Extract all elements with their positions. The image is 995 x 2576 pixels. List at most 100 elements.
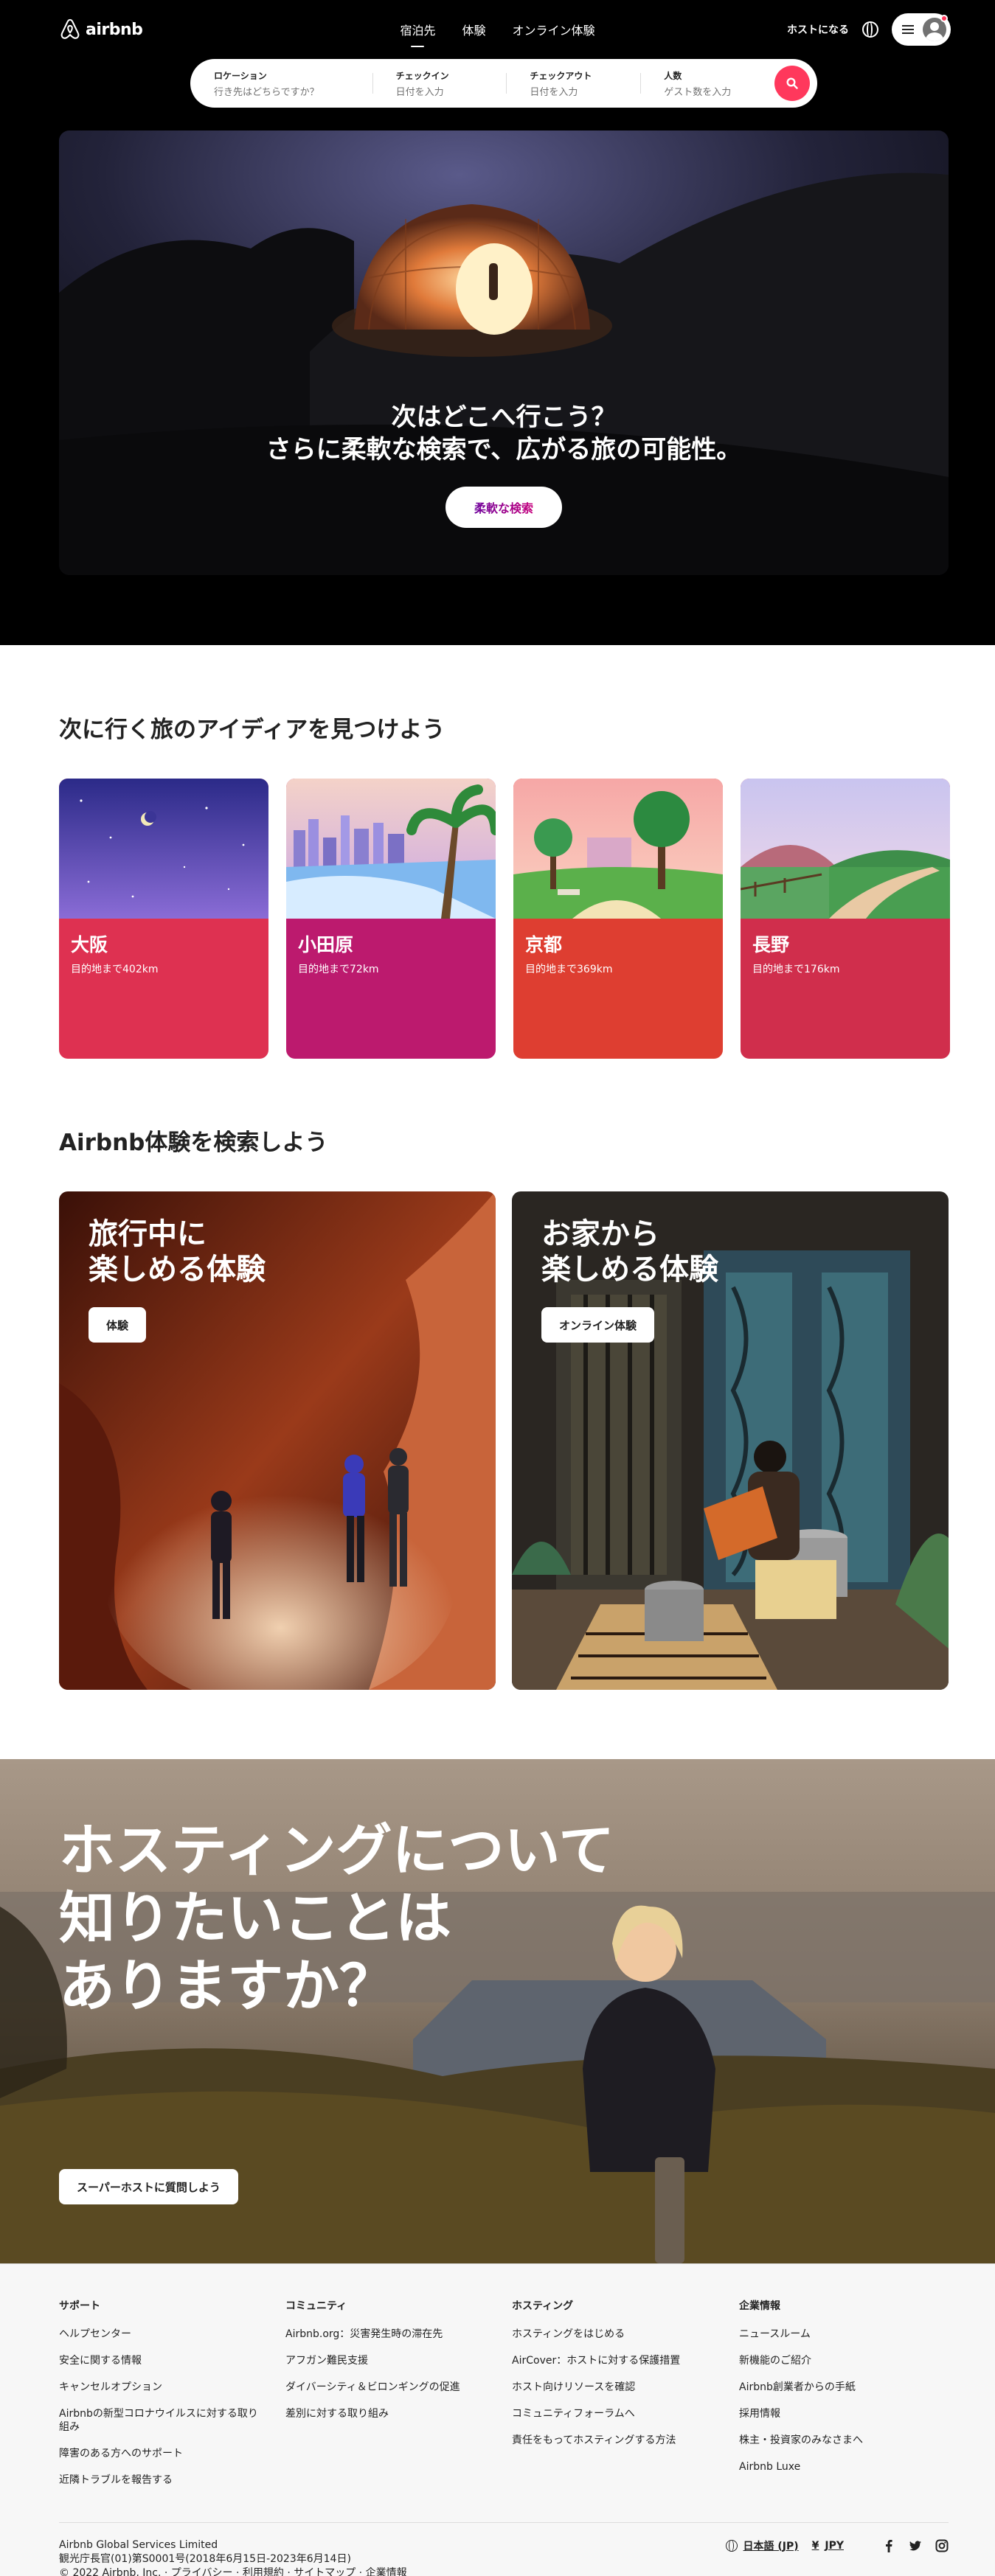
footer-link[interactable]: 安全に関する情報 — [59, 2354, 261, 2367]
copyright-links[interactable]: © 2022 Airbnb, Inc. · プライバシー · 利用規約 · サイ… — [59, 2566, 407, 2576]
search-bar: ロケーション 行き先はどちらですか？ チェックイン 日付を入力 チェックアウト … — [190, 59, 817, 108]
search-checkin-field[interactable]: チェックイン 日付を入力 — [372, 69, 507, 98]
destination-card-nagano[interactable]: 長野 目的地まで176km — [741, 779, 950, 1059]
destination-distance: 目的地まで176km — [752, 964, 840, 975]
currency-label: JPY — [825, 2540, 844, 2552]
destinations-title: 次に行く旅のアイディアを見つけよう — [59, 717, 446, 743]
footer-link[interactable]: AirCover：ホストに対する保護措置 — [512, 2354, 714, 2367]
destination-name: 大阪 — [71, 934, 108, 955]
footer-legal: Airbnb Global Services Limited 観光庁長官(01)… — [59, 2538, 407, 2576]
footer-link[interactable]: ホスト向けリソースを確認 — [512, 2381, 714, 2394]
experience-title-line1: お家から — [541, 1217, 659, 1251]
footer-column-support: サポート ヘルプセンター 安全に関する情報 キャンセルオプション Airbnbの… — [59, 2298, 261, 2500]
footer-link[interactable]: Airbnb Luxe — [739, 2460, 941, 2474]
footer-link[interactable]: キャンセルオプション — [59, 2381, 261, 2394]
language-selector[interactable]: 日本語 (JP) — [725, 2538, 799, 2553]
tab-online-experiences[interactable]: オンライン体験 — [513, 13, 595, 46]
checkout-input[interactable]: 日付を入力 — [530, 84, 617, 98]
hosting-title: ホスティングについて 知りたいことは ありますか？ — [59, 1817, 614, 2020]
guests-label: 人数 — [664, 70, 682, 81]
experience-card-travel[interactable]: 旅行中に 楽しめる体験 体験 — [59, 1191, 496, 1690]
globe-icon[interactable] — [862, 21, 878, 38]
footer-heading: サポート — [59, 2300, 100, 2312]
instagram-icon[interactable] — [935, 2539, 949, 2552]
company-name: Airbnb Global Services Limited — [59, 2539, 218, 2551]
footer-column-hosting: ホスティング ホスティングをはじめる AirCover：ホストに対する保護措置 … — [512, 2298, 714, 2460]
location-input[interactable]: 行き先はどちらですか？ — [214, 84, 349, 98]
destination-name: 京都 — [525, 934, 563, 955]
hosting-banner: ホスティングについて 知りたいことは ありますか？ スーパーホストに質問しよう — [0, 1759, 995, 2263]
footer-link[interactable]: ホスティングをはじめる — [512, 2328, 714, 2341]
search-guests-field[interactable]: 人数 ゲスト数を入力 — [640, 69, 774, 98]
footer-link[interactable]: コミュニティフォーラムへ — [512, 2407, 714, 2420]
hero-title-line2: さらに柔軟な検索で、広がる旅の可能性。 — [266, 435, 742, 464]
footer-link[interactable]: 近隣トラブルを報告する — [59, 2474, 261, 2487]
become-host-link[interactable]: ホストになる — [787, 22, 849, 37]
currency-selector[interactable]: ¥ JPY — [812, 2540, 844, 2552]
hero-title-line1: 次はどこへ行こう？ — [391, 403, 617, 432]
ask-superhost-button[interactable]: スーパーホストに質問しよう — [59, 2169, 238, 2204]
footer-link[interactable]: 新機能のご紹介 — [739, 2354, 941, 2367]
footer-link[interactable]: 責任をもってホスティングする方法 — [512, 2434, 714, 2447]
footer-link[interactable]: 株主・投資家のみなさまへ — [739, 2434, 941, 2447]
tab-experiences[interactable]: 体験 — [462, 13, 485, 46]
experience-card-online[interactable]: お家から 楽しめる体験 オンライン体験 — [512, 1191, 949, 1690]
search-button[interactable] — [774, 66, 810, 101]
language-label: 日本語 (JP) — [743, 2541, 799, 2552]
footer-link[interactable]: 障害のある方へのサポート — [59, 2447, 261, 2460]
checkout-label: チェックアウト — [530, 70, 592, 81]
checkin-label: チェックイン — [395, 70, 449, 81]
footer-heading: ホスティング — [512, 2300, 574, 2312]
airbnb-logo-icon — [60, 18, 80, 39]
destination-image — [286, 779, 496, 919]
footer-heading: 企業情報 — [739, 2300, 780, 2312]
tab-stays[interactable]: 宿泊先 — [400, 13, 435, 46]
search-checkout-field[interactable]: チェックアウト 日付を入力 — [506, 69, 640, 98]
footer-link[interactable]: Airbnb創業者からの手紙 — [739, 2381, 941, 2394]
experience-title-line1: 旅行中に — [89, 1217, 207, 1251]
footer-column-company: 企業情報 ニュースルーム 新機能のご紹介 Airbnb創業者からの手紙 採用情報… — [739, 2298, 941, 2487]
currency-symbol: ¥ — [811, 2540, 819, 2552]
footer-link[interactable]: ダイバーシティ＆ビロンギングの促進 — [285, 2381, 488, 2394]
guests-input[interactable]: ゲスト数を入力 — [664, 84, 751, 98]
experience-title: 旅行中に 楽しめる体験 — [89, 1216, 266, 1287]
footer: サポート ヘルプセンター 安全に関する情報 キャンセルオプション Airbnbの… — [0, 2263, 995, 2576]
destination-distance: 目的地まで369km — [525, 964, 613, 975]
destination-image — [741, 779, 950, 919]
destination-name: 長野 — [752, 934, 790, 955]
experience-title-line2: 楽しめる体験 — [89, 1253, 266, 1287]
top-nav: airbnb ホストになる — [59, 0, 951, 59]
footer-link[interactable]: Airbnb.org：災害発生時の滞在先 — [285, 2328, 488, 2341]
footer-link[interactable]: アフガン難民支援 — [285, 2354, 488, 2367]
notification-badge — [940, 15, 948, 22]
footer-settings: 日本語 (JP) ¥ JPY — [725, 2538, 949, 2553]
destination-name: 小田原 — [298, 934, 354, 955]
experience-title: お家から 楽しめる体験 — [541, 1216, 718, 1287]
airbnb-logo[interactable]: airbnb — [59, 18, 143, 41]
user-menu-button[interactable] — [892, 13, 951, 46]
footer-link[interactable]: Airbnbの新型コロナウイルスに対する取り組み — [59, 2407, 261, 2434]
footer-divider — [59, 2522, 949, 2523]
facebook-icon[interactable] — [882, 2539, 895, 2552]
experiences-button[interactable]: 体験 — [89, 1307, 147, 1343]
twitter-icon[interactable] — [909, 2539, 922, 2552]
checkin-input[interactable]: 日付を入力 — [396, 84, 483, 98]
destination-card-odawara[interactable]: 小田原 目的地まで72km — [286, 779, 496, 1059]
hero-title: 次はどこへ行こう？ さらに柔軟な検索で、広がる旅の可能性。 — [59, 401, 949, 466]
footer-link[interactable]: ヘルプセンター — [59, 2328, 261, 2341]
search-location-field[interactable]: ロケーション 行き先はどちらですか？ — [190, 69, 372, 98]
experience-title-line2: 楽しめる体験 — [541, 1253, 718, 1287]
destination-card-kyoto[interactable]: 京都 目的地まで369km — [513, 779, 723, 1059]
footer-column-community: コミュニティ Airbnb.org：災害発生時の滞在先 アフガン難民支援 ダイバ… — [285, 2298, 488, 2434]
destination-card-osaka[interactable]: 大阪 目的地まで402km — [59, 779, 268, 1059]
search-icon — [786, 77, 798, 89]
nav-right: ホストになる — [787, 13, 951, 46]
experiences-title: Airbnb体験を検索しよう — [59, 1129, 328, 1156]
destination-image — [59, 779, 268, 919]
footer-link[interactable]: 採用情報 — [739, 2407, 941, 2420]
footer-link[interactable]: ニュースルーム — [739, 2328, 941, 2341]
flexible-search-button[interactable]: 柔軟な検索 — [446, 487, 562, 528]
destination-distance: 目的地まで72km — [298, 964, 379, 975]
online-experiences-button[interactable]: オンライン体験 — [541, 1307, 655, 1343]
footer-link[interactable]: 差別に対する取り組み — [285, 2407, 488, 2420]
